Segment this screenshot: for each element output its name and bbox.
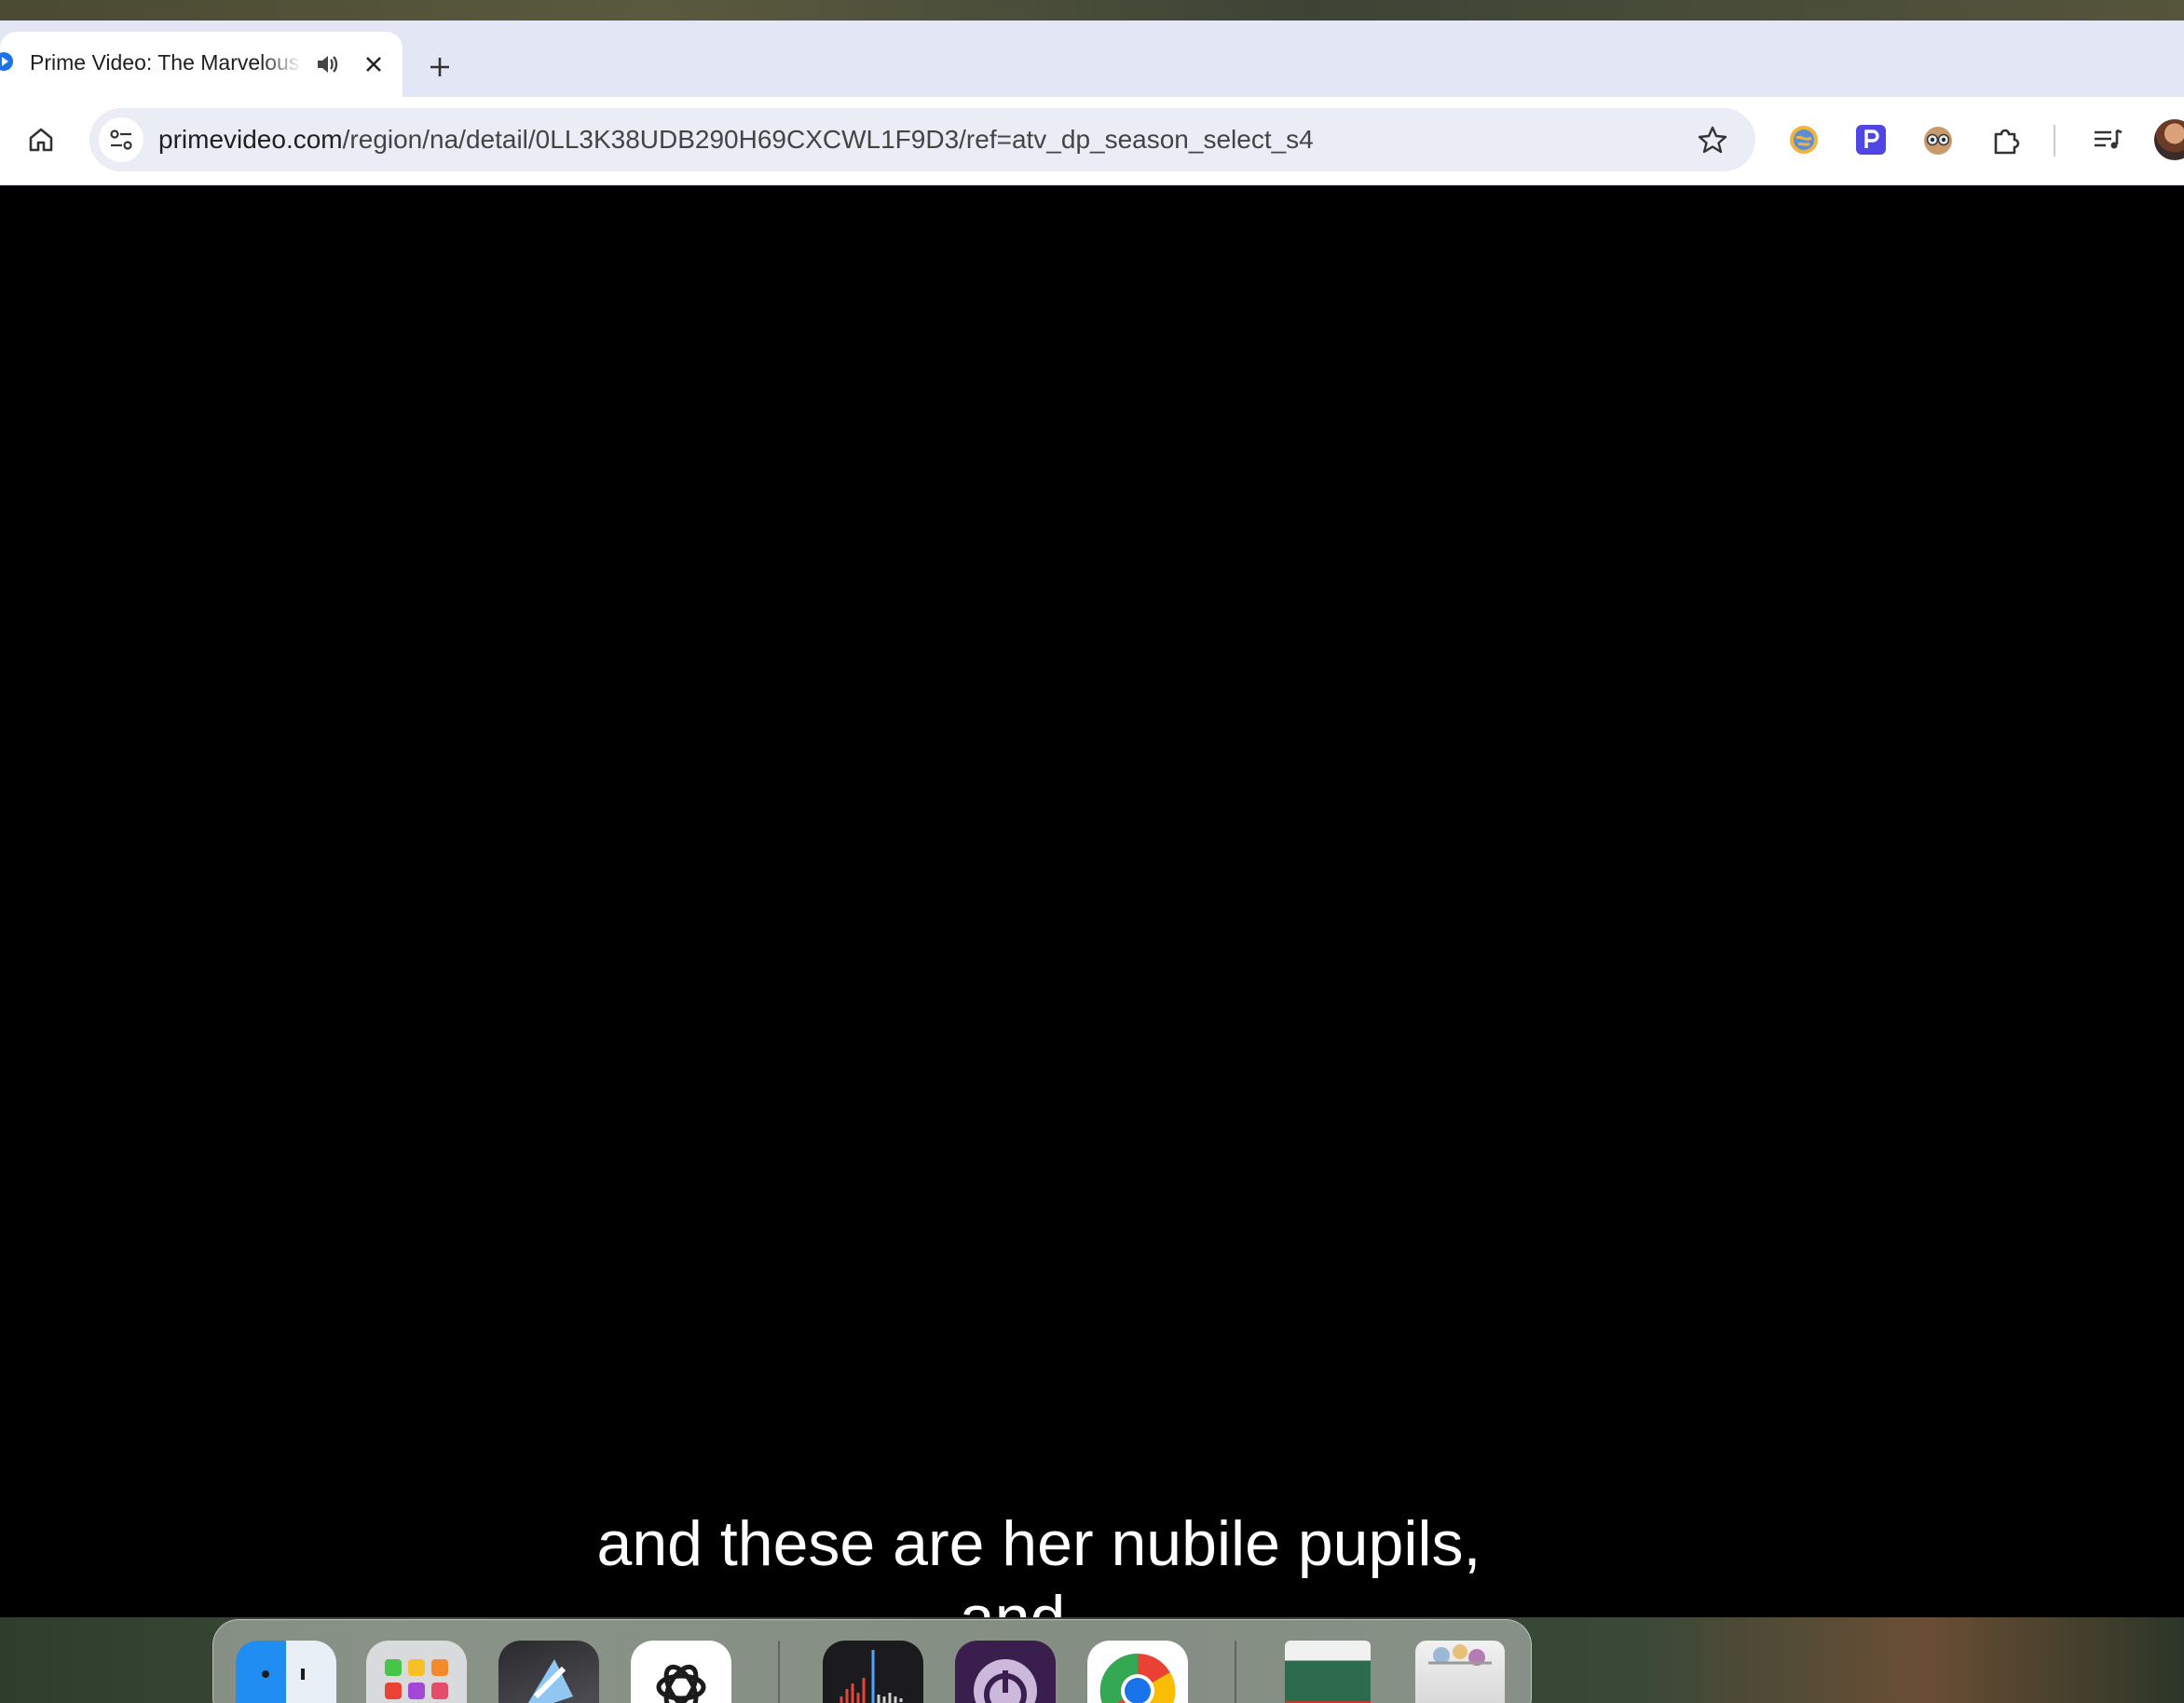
url-path: /region/na/detail/0LL3K38UDB290H69CXCWL1… — [342, 125, 1314, 154]
book-icon[interactable] — [1285, 1641, 1371, 1703]
tab-close-icon[interactable] — [360, 50, 388, 78]
home-icon[interactable] — [22, 121, 60, 158]
subtitle-line-1: and these are her nubile pupils, — [596, 1508, 1481, 1579]
app-icon[interactable] — [498, 1641, 599, 1703]
chatgpt-icon[interactable] — [631, 1641, 731, 1703]
prime-video-favicon-icon — [0, 52, 13, 71]
browser-toolbar: primevideo.com/region/na/detail/0LL3K38U… — [0, 97, 2184, 185]
finder-icon[interactable] — [236, 1641, 336, 1703]
video-player[interactable]: and these are her nubile pupils, and... — [0, 185, 2184, 1654]
toolbar-separator — [2054, 125, 2055, 157]
tab-strip: Prime Video: The Marvelous Mrs. Maisel — [0, 20, 2184, 97]
url-host: primevideo.com — [158, 125, 343, 154]
new-tab-plus-icon[interactable] — [421, 48, 458, 86]
p-extension-icon[interactable] — [1852, 121, 1890, 158]
chrome-icon[interactable] — [1087, 1641, 1188, 1703]
voice-memos-icon[interactable] — [823, 1641, 923, 1703]
profile-avatar[interactable] — [2154, 119, 2184, 160]
desktop-wallpaper-top — [0, 0, 2184, 20]
power-app-icon[interactable] — [955, 1641, 1056, 1703]
tab-title: Prime Video: The Marvelous Mrs. Maisel — [30, 50, 302, 75]
globe-extension-icon[interactable] — [1785, 121, 1822, 158]
owl-extension-icon[interactable] — [1919, 121, 1957, 158]
media-queue-icon[interactable] — [2089, 121, 2126, 158]
screen: Prime Video: The Marvelous Mrs. Maisel — [0, 0, 2184, 1703]
tab-prime-video[interactable]: Prime Video: The Marvelous Mrs. Maisel — [0, 32, 403, 97]
trash-icon[interactable] — [1415, 1641, 1505, 1703]
speaker-icon[interactable] — [313, 50, 341, 78]
bookmark-star-icon[interactable] — [1696, 123, 1729, 157]
dock — [212, 1619, 1532, 1703]
dock-separator — [1235, 1641, 1236, 1703]
url-text[interactable]: primevideo.com/region/na/detail/0LL3K38U… — [158, 125, 1314, 155]
launchpad-icon[interactable] — [366, 1641, 467, 1703]
site-info-tune-icon[interactable] — [99, 117, 143, 162]
address-bar[interactable]: primevideo.com/region/na/detail/0LL3K38U… — [89, 108, 1755, 171]
dock-separator — [778, 1641, 780, 1703]
puzzle-extensions-icon[interactable] — [1987, 121, 2025, 158]
